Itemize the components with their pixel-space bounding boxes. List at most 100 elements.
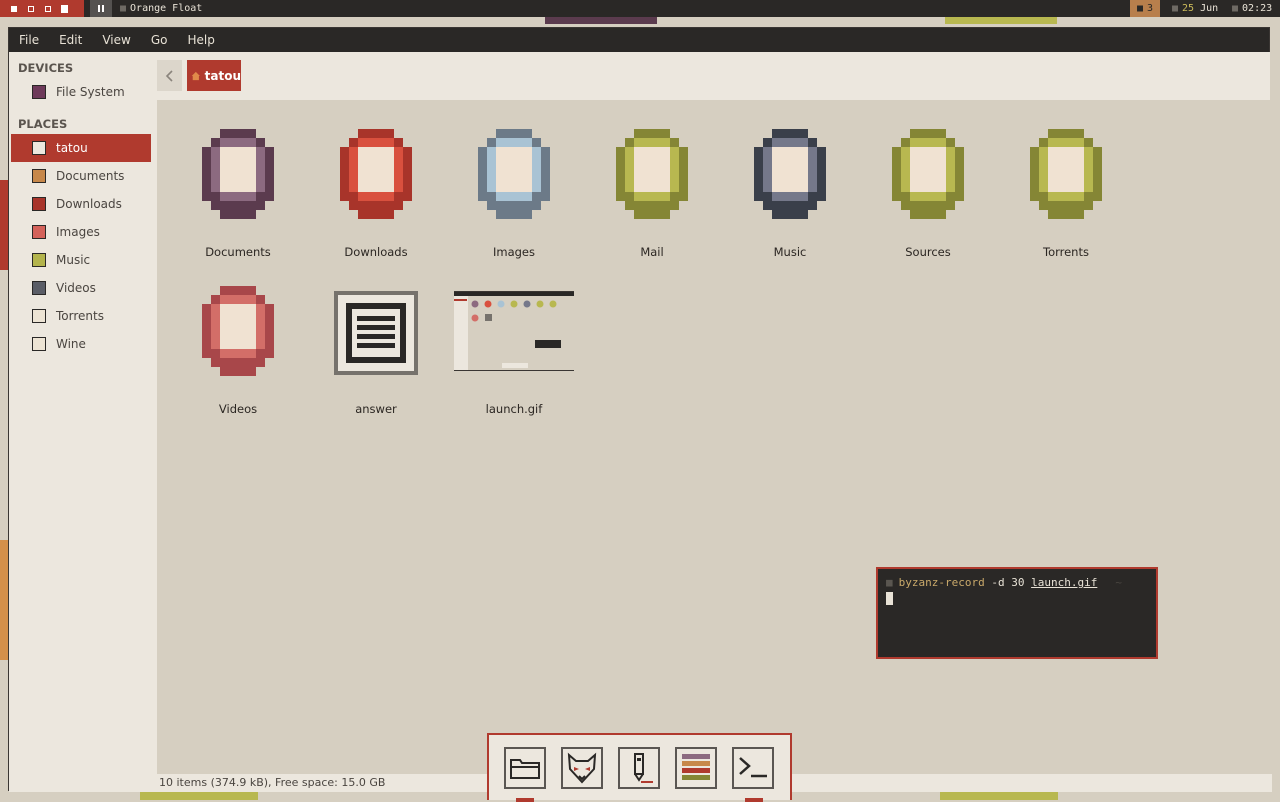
- workspace-2-button[interactable]: [28, 5, 34, 12]
- sidebar-item-downloads[interactable]: Downloads: [9, 190, 157, 218]
- workspace-1-button[interactable]: [11, 5, 17, 12]
- sidebar-item-documents[interactable]: Documents: [9, 162, 157, 190]
- folder-icon: [616, 129, 688, 219]
- sidebar-item-images[interactable]: Images: [9, 218, 157, 246]
- devices-heading: DEVICES: [18, 61, 74, 75]
- sidebar-item-wine[interactable]: Wine: [9, 330, 157, 358]
- file-label: Mail: [640, 245, 664, 259]
- desktop-decoration: [0, 180, 8, 270]
- folder-icon: [340, 129, 412, 219]
- sidebar-item-label: Downloads: [56, 197, 122, 211]
- date-day: 25: [1182, 3, 1195, 14]
- sidebar-item-label: Documents: [56, 169, 125, 183]
- breadcrumb-label: tatou: [204, 68, 241, 83]
- clock: ■ 02:23: [1232, 3, 1273, 14]
- notification-badge[interactable]: ■ 3: [1130, 0, 1160, 17]
- breadcrumb-home[interactable]: tatou: [187, 60, 241, 91]
- file-label: launch.gif: [485, 402, 543, 416]
- dock-browser-button[interactable]: [561, 747, 603, 789]
- folder-icon: [510, 759, 540, 779]
- file-label: Torrents: [1043, 245, 1089, 259]
- folder-item-mail[interactable]: Mail: [592, 128, 712, 259]
- window-title-text: Orange Float: [130, 3, 203, 14]
- sidebar-item-file-system[interactable]: File System: [9, 78, 157, 106]
- terminal-command: byzanz-record: [898, 576, 985, 589]
- file-label: Images: [492, 245, 535, 259]
- file-label: Documents: [205, 245, 271, 259]
- sidebar-item-videos[interactable]: Videos: [9, 274, 157, 302]
- dock-terminal-button[interactable]: [732, 747, 774, 789]
- file-manager-window: File Edit View Go Help DEVICES File Syst…: [8, 27, 1272, 792]
- running-indicator: [745, 798, 763, 802]
- library-books-icon: [682, 754, 710, 780]
- folder-item-music[interactable]: Music: [730, 128, 850, 259]
- sidebar-item-torrents[interactable]: Torrents: [9, 302, 157, 330]
- file-label: Videos: [218, 402, 258, 416]
- sidebar-item-label: Wine: [56, 337, 86, 351]
- home-folder-icon: [32, 141, 46, 155]
- trash-icon[interactable]: [61, 4, 68, 13]
- dock-file-manager-button[interactable]: [504, 747, 546, 789]
- folder-item-downloads[interactable]: Downloads: [316, 128, 436, 259]
- folder-icon: [202, 129, 274, 219]
- desktop-decoration: [940, 791, 1058, 800]
- terminal-cwd: ~: [1115, 576, 1122, 589]
- sidebar-item-music[interactable]: Music: [9, 246, 157, 274]
- chevron-left-icon: [165, 69, 173, 82]
- file-item-answer[interactable]: answer: [316, 285, 436, 416]
- layout-toggle-button[interactable]: [90, 0, 112, 17]
- file-label: Sources: [905, 245, 951, 259]
- back-button[interactable]: [157, 60, 182, 91]
- workspace-switcher: [0, 0, 84, 17]
- drive-icon: [32, 85, 46, 99]
- terminal-window[interactable]: ■ byzanz-record -d 30 launch.gif ~: [876, 567, 1158, 659]
- notification-count: 3: [1147, 3, 1154, 14]
- prompt-bullet: ■: [886, 576, 893, 589]
- menu-go[interactable]: Go: [141, 33, 178, 47]
- date-month: Jun: [1200, 3, 1219, 14]
- folder-item-sources[interactable]: Sources: [868, 128, 988, 259]
- sidebar-item-label: Torrents: [56, 309, 104, 323]
- folder-icon: [32, 197, 46, 211]
- menu-edit[interactable]: Edit: [49, 33, 92, 47]
- text-file-icon: [334, 291, 418, 375]
- folder-item-images[interactable]: Images: [454, 128, 574, 259]
- desktop-decoration: [140, 791, 258, 800]
- folder-icon: [1030, 129, 1102, 219]
- path-bar: tatou: [157, 52, 1270, 100]
- sidebar-item-label: tatou: [56, 141, 88, 155]
- folder-icon: [754, 129, 826, 219]
- folder-icon: [32, 337, 46, 351]
- folder-item-torrents[interactable]: Torrents: [1006, 128, 1126, 259]
- terminal-args: -d 30: [991, 576, 1025, 589]
- active-window-title[interactable]: ■ Orange Float: [120, 0, 202, 17]
- file-item-launch-gif[interactable]: launch.gif: [452, 285, 576, 416]
- folder-icon: [32, 225, 46, 239]
- terminal-cursor: [886, 592, 893, 605]
- sidebar-item-tatou[interactable]: tatou: [11, 134, 151, 162]
- menu-file[interactable]: File: [9, 33, 49, 47]
- dock-library-button[interactable]: [675, 747, 717, 789]
- menu-help[interactable]: Help: [177, 33, 224, 47]
- folder-icon: [32, 281, 46, 295]
- sidebar-item-label: Music: [56, 253, 91, 267]
- folder-icon: [32, 253, 46, 267]
- text-editor-icon: [634, 753, 653, 783]
- file-label: Music: [773, 245, 807, 259]
- terminal-icon: [739, 757, 767, 778]
- folder-item-videos[interactable]: Videos: [178, 285, 298, 416]
- top-panel: ■ Orange Float ■ 3 ■ 25 Jun ■ 02:23: [0, 0, 1280, 17]
- fox-browser-icon: [567, 752, 597, 784]
- folder-icon: [478, 129, 550, 219]
- dock-editor-button[interactable]: [618, 747, 660, 789]
- folder-icon: [202, 286, 274, 376]
- folder-icon: [892, 129, 964, 219]
- workspace-3-button[interactable]: [45, 5, 51, 12]
- menu-view[interactable]: View: [92, 33, 140, 47]
- places-heading: PLACES: [18, 117, 68, 131]
- file-label: Downloads: [344, 245, 408, 259]
- folder-item-documents[interactable]: Documents: [178, 128, 298, 259]
- image-thumbnail-icon: [452, 291, 576, 371]
- desktop-decoration: [0, 540, 8, 660]
- date-display: ■ 25 Jun: [1172, 3, 1219, 14]
